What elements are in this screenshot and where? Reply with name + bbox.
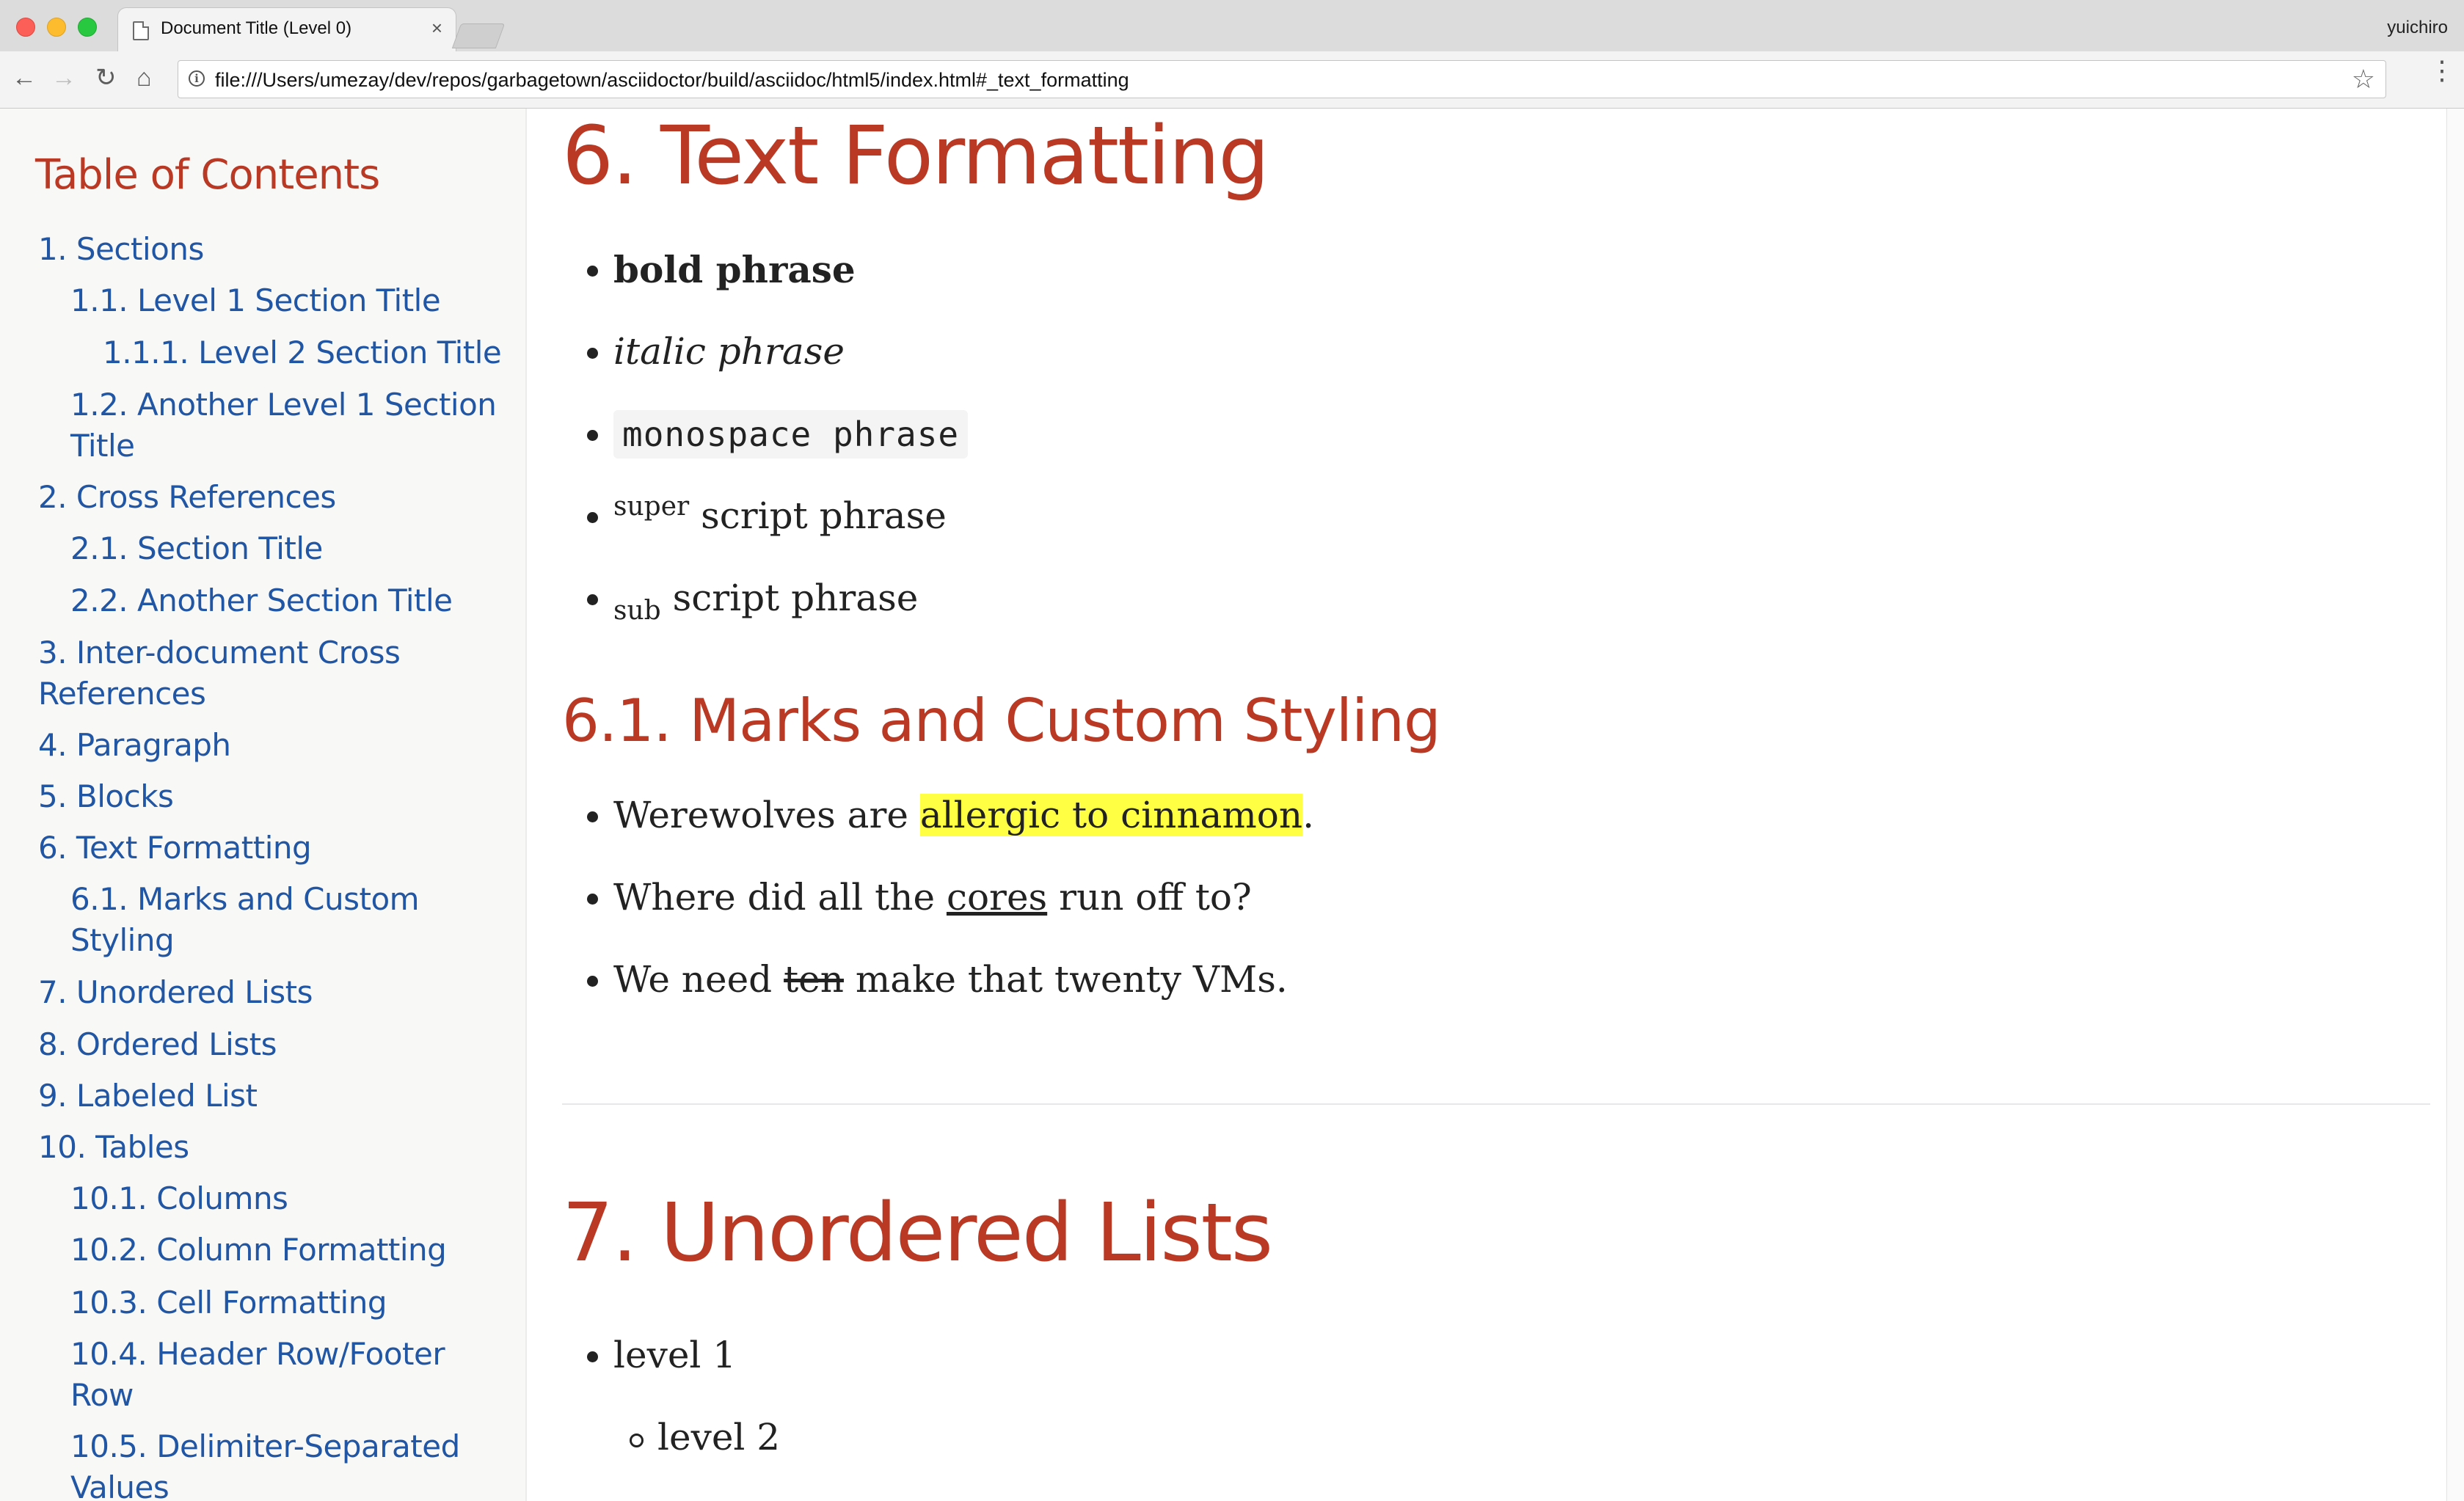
text: We need [613,958,784,1001]
bullet-icon [587,348,598,359]
document-content: 6. Text Formatting bold phrase italic ph… [527,109,2464,1501]
home-icon[interactable]: ⌂ [136,63,152,92]
subsection-heading: 6.1. Marks and Custom Styling [562,687,1441,755]
highlighted-text: allergic to cinnamon [919,794,1303,836]
close-window-button[interactable] [16,18,35,37]
tab-close-button[interactable]: × [431,17,442,40]
section-heading: 7. Unordered Lists [562,1186,1273,1279]
tab-title: Document Title (Level 0) [161,18,352,38]
toc-link[interactable]: 9. Labeled List [38,1075,493,1117]
toc-title: Table of Contents [35,151,380,199]
list-item: level 1 [587,1334,737,1376]
list-text: level 1 [613,1334,737,1376]
maximize-window-button[interactable] [78,18,97,37]
bullet-icon [587,894,598,905]
text: Where did all the [613,876,947,919]
list-item: Werewolves are allergic to cinnamon. [587,794,1314,836]
list-item: Where did all the cores run off to? [587,876,1252,919]
toc-link[interactable]: 1.1.1. Level 2 Section Title [103,332,514,373]
document-icon [133,21,149,40]
circle-bullet-icon [630,1434,644,1447]
bullet-icon [587,266,598,277]
toc-link[interactable]: 2.2. Another Section Title [70,580,503,621]
address-bar[interactable]: i file:///Users/umezay/dev/repos/garbage… [178,60,2386,98]
list-item: monospace phrase [587,410,969,459]
superscript-text: super [613,492,690,522]
toc-link[interactable]: 1. Sections [38,229,493,270]
url-text[interactable]: file:///Users/umezay/dev/repos/garbageto… [215,69,1129,92]
new-tab-button[interactable] [451,23,506,48]
bullet-icon [587,512,598,523]
browser-toolbar: ← → ↻ ⌂ i file:///Users/umezay/dev/repos… [0,51,2464,109]
minimize-window-button[interactable] [47,18,66,37]
toc-link[interactable]: 4. Paragraph [38,725,493,766]
reload-icon[interactable]: ↻ [95,63,117,92]
table-of-contents: Table of Contents 1. Sections 1.1. Level… [0,109,527,1501]
bookmark-star-icon[interactable]: ☆ [2352,64,2375,95]
toc-link[interactable]: 1.1. Level 1 Section Title [70,280,503,321]
text: make that twenty VMs. [843,958,1288,1001]
list-item: We need ten make that twenty VMs. [587,958,1288,1001]
list-item: sub script phrase [587,577,919,626]
section-divider [562,1103,2430,1105]
toc-link[interactable]: 6. Text Formatting [38,828,493,869]
toc-link[interactable]: 10.5. Delimiter-Separated Values [70,1426,503,1501]
bullet-icon [587,976,598,987]
list-text: level 2 [657,1416,781,1458]
underlined-text: cores [946,876,1048,919]
bullet-icon [587,430,598,441]
toc-link[interactable]: 2. Cross References [38,477,493,518]
toc-link[interactable]: 10.4. Header Row/Footer Row [70,1334,503,1416]
script-text: script phrase [660,577,919,619]
toc-link[interactable]: 8. Ordered Lists [38,1024,493,1065]
section-heading: 6. Text Formatting [562,109,1269,202]
strikethrough-text: ten [784,958,844,1001]
toc-link[interactable]: 2.1. Section Title [70,528,503,569]
forward-arrow-icon[interactable]: → [51,63,76,92]
back-arrow-icon[interactable]: ← [12,63,37,92]
profile-name[interactable]: yuichiro [2387,18,2448,38]
text: . [1302,794,1314,836]
toc-link[interactable]: 7. Unordered Lists [38,972,493,1013]
tab-strip: Document Title (Level 0) × yuichiro [0,0,2464,52]
bold-text: bold phrase [613,248,856,291]
toc-link[interactable]: 6.1. Marks and Custom Styling [70,879,503,961]
info-icon[interactable]: i [189,70,205,87]
toc-link[interactable]: 3. Inter-document Cross References [38,632,493,715]
text: run off to? [1047,876,1252,919]
active-tab[interactable]: Document Title (Level 0) × [117,7,456,52]
text: Werewolves are [613,794,920,836]
toc-link[interactable]: 1.2. Another Level 1 Section Title [70,384,503,467]
toc-link[interactable]: 5. Blocks [38,776,493,817]
list-item: super script phrase [587,492,947,537]
toc-link[interactable]: 10.1. Columns [70,1178,503,1219]
bullet-icon [587,1351,598,1362]
list-item: italic phrase [587,330,845,373]
list-item: level 2 [630,1416,781,1458]
toc-link[interactable]: 10.2. Column Formatting [70,1230,503,1271]
script-text: script phrase [689,494,947,537]
bullet-icon [587,811,598,822]
subscript-text: sub [613,596,661,626]
scrollbar[interactable] [2446,109,2464,1501]
browser-menu-icon[interactable]: ⋮ [2429,57,2455,84]
monospace-text: monospace phrase [613,410,969,459]
bullet-icon [587,594,598,605]
italic-text: italic phrase [613,330,845,373]
list-item: bold phrase [587,248,856,291]
toc-link[interactable]: 10.3. Cell Formatting [70,1282,503,1323]
toc-link[interactable]: 10. Tables [38,1127,493,1168]
